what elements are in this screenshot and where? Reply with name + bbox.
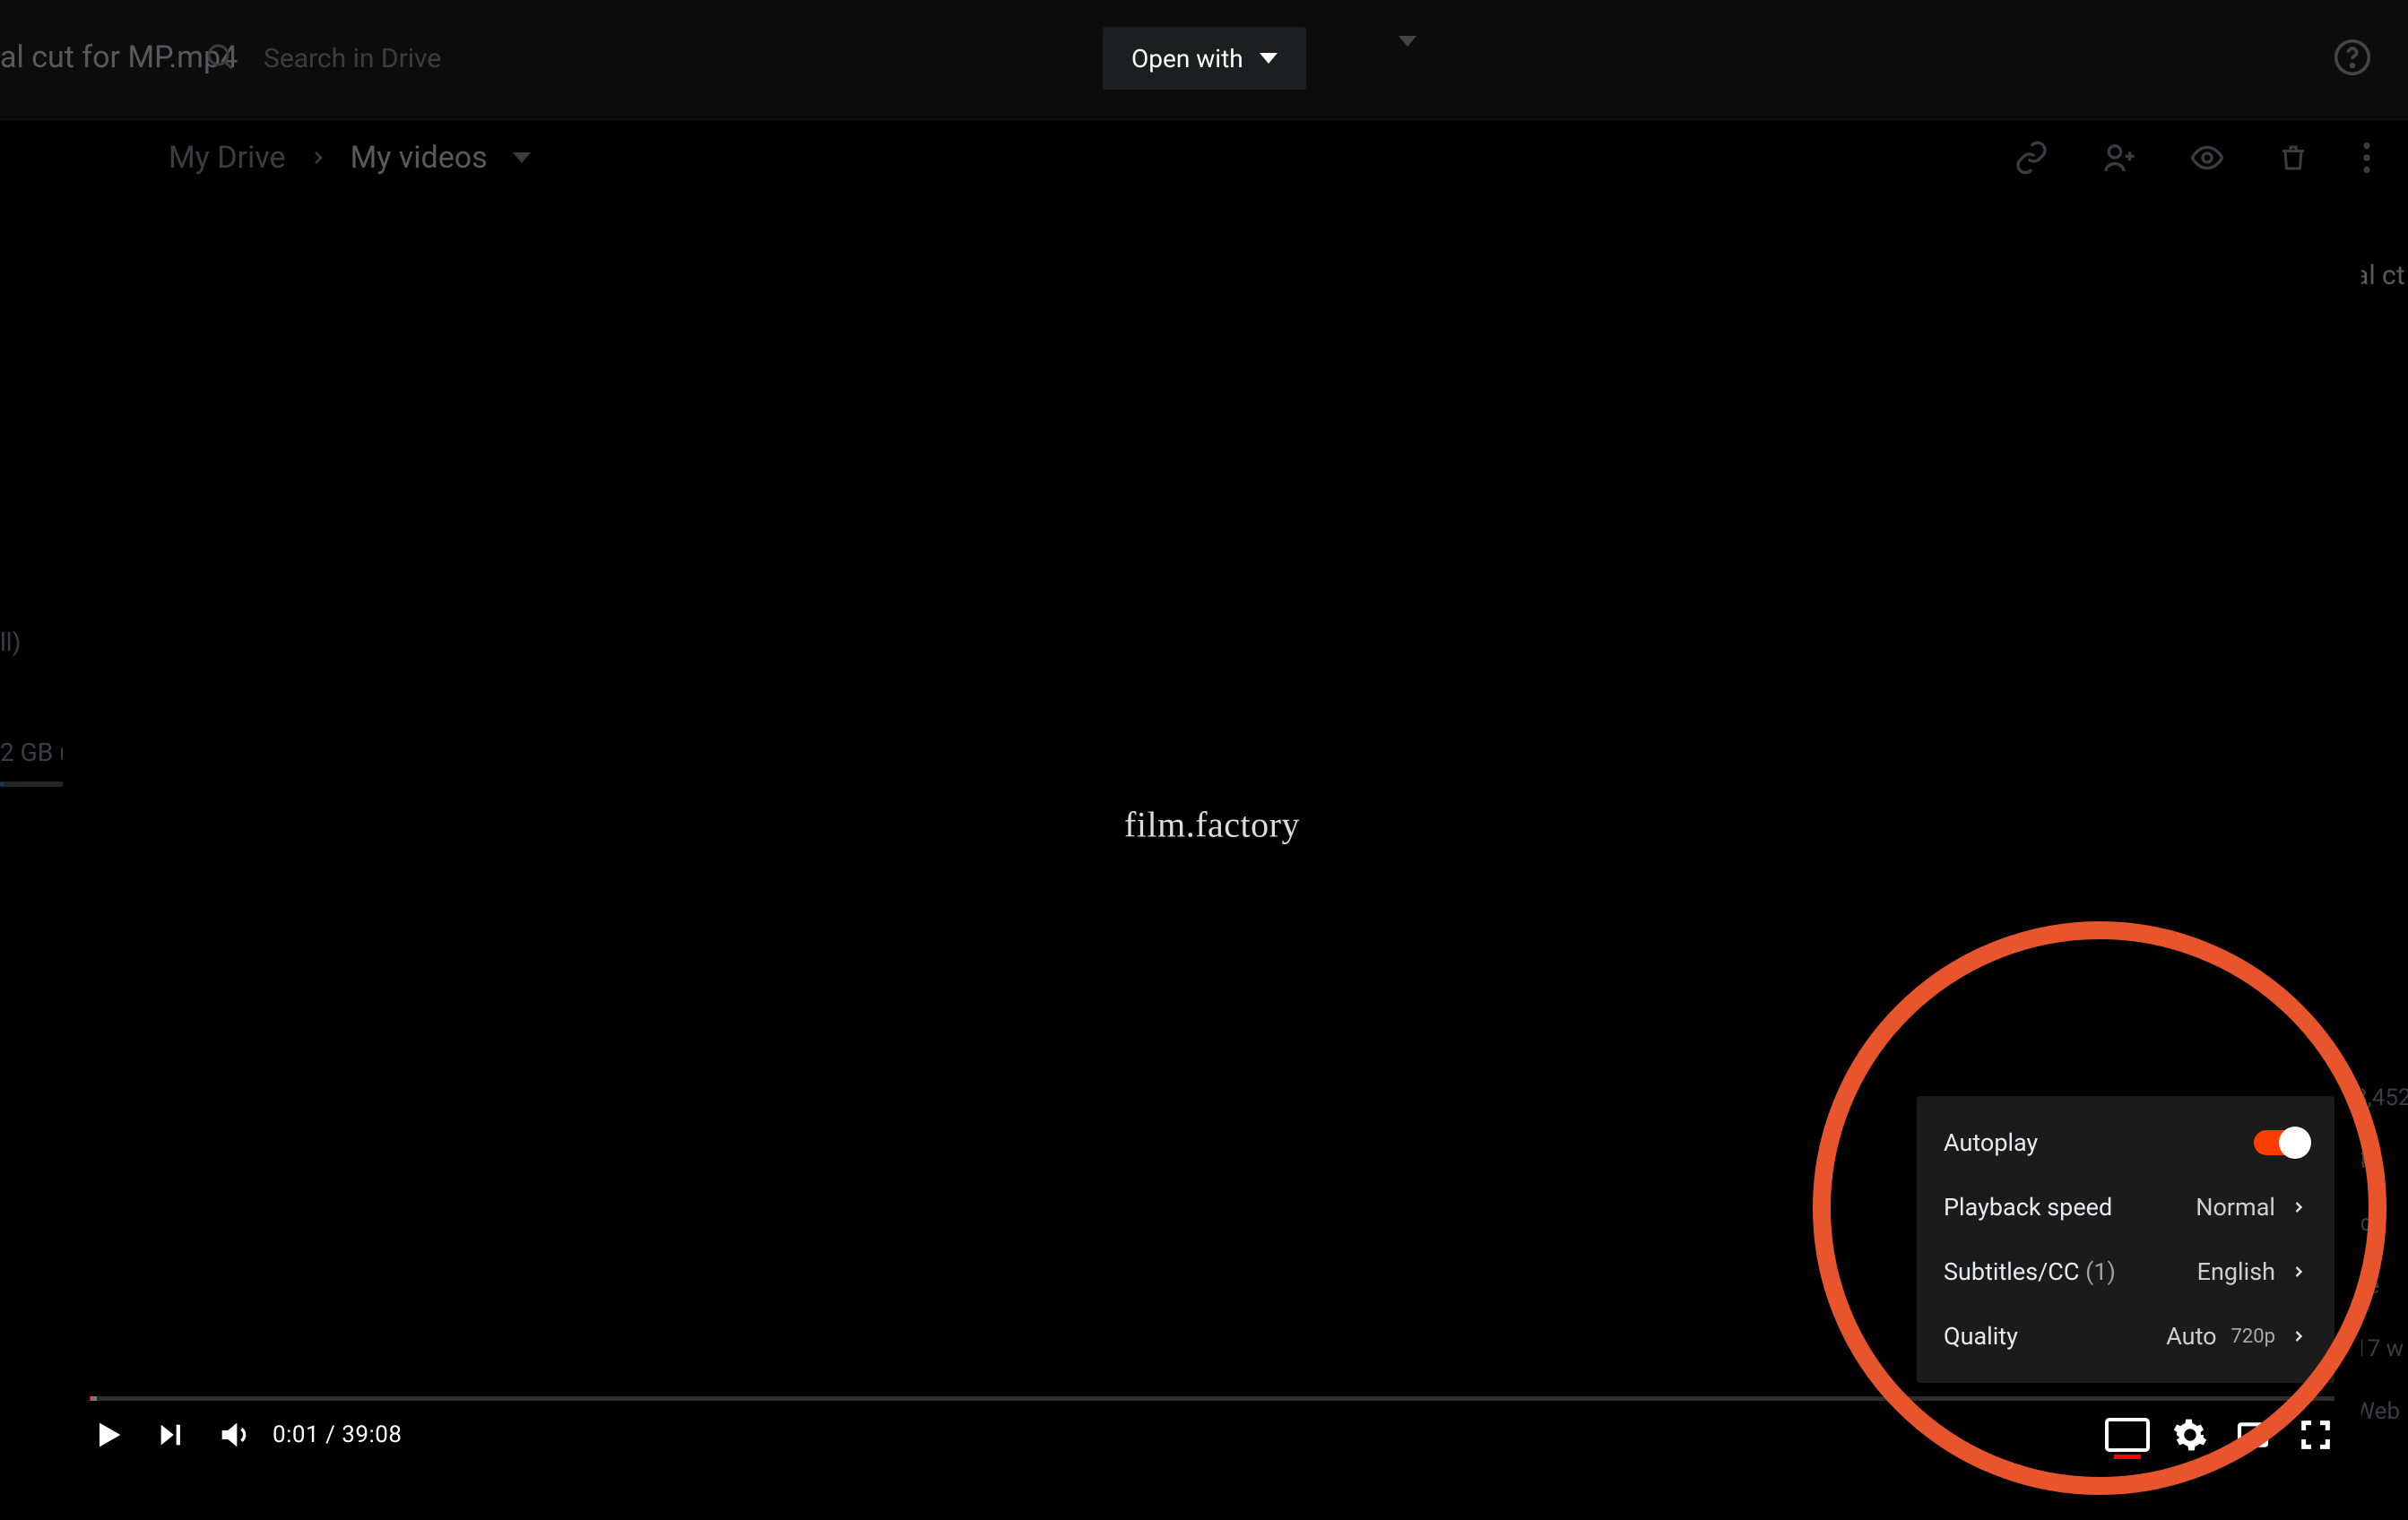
- file-name: al cut for MP.mp4: [0, 39, 238, 75]
- search-placeholder: Search in Drive: [264, 43, 441, 74]
- settings-button[interactable]: [2159, 1403, 2222, 1466]
- chevron-right-icon: [307, 147, 329, 168]
- autoplay-label: Autoplay: [1944, 1128, 2038, 1157]
- play-button[interactable]: [77, 1403, 140, 1466]
- more-vert-icon: [2361, 140, 2372, 176]
- video-player[interactable]: film.factory 0:01 / 39:08: [63, 180, 2361, 1469]
- eye-icon: [2189, 140, 2225, 176]
- subtitles-count: (1): [2085, 1257, 2116, 1286]
- settings-panel: Autoplay Playback speed Normal Subtitles…: [1917, 1096, 2334, 1383]
- side-info-panel: al ct: [2354, 242, 2408, 618]
- playback-speed-label: Playback speed: [1944, 1193, 2112, 1222]
- cc-icon: [2105, 1418, 2150, 1452]
- breadcrumb-current: My videos: [351, 140, 488, 176]
- player-controls: 0:01 / 39:08: [63, 1401, 2361, 1469]
- time-display: 0:01 / 39:08: [273, 1421, 403, 1448]
- quality-label: Quality: [1944, 1322, 2018, 1351]
- playback-speed-row[interactable]: Playback speed Normal: [1917, 1175, 2334, 1239]
- chevron-right-icon: [2290, 1198, 2308, 1216]
- quality-row[interactable]: Quality Auto 720p: [1917, 1304, 2334, 1369]
- subtitles-row[interactable]: Subtitles/CC (1) English: [1917, 1239, 2334, 1304]
- autoplay-row[interactable]: Autoplay: [1917, 1110, 2334, 1175]
- toggle-knob: [2279, 1127, 2311, 1159]
- next-button[interactable]: [140, 1403, 203, 1466]
- quality-prefix: Auto: [2166, 1322, 2216, 1351]
- person-add-icon: [2101, 140, 2137, 176]
- breadcrumb-root: My Drive: [169, 140, 286, 176]
- playback-speed-value: Normal: [2196, 1193, 2275, 1222]
- video-watermark: film.factory: [1124, 804, 1300, 846]
- right-sidebar-snippets: 8,452 4! ide ne 17 w Web: [2354, 1049, 2408, 1461]
- help-icon: [2333, 38, 2372, 77]
- quality-value: 720p: [2231, 1326, 2275, 1348]
- subtitles-label: Subtitles/CC: [1944, 1257, 2079, 1286]
- extra-dropdown: [1399, 47, 1416, 64]
- miniplayer-button[interactable]: [2222, 1403, 2284, 1466]
- autoplay-toggle[interactable]: [2254, 1130, 2308, 1155]
- drive-action-icons: [2014, 140, 2372, 176]
- chevron-right-icon: [2290, 1327, 2308, 1345]
- search-icon: [204, 40, 236, 73]
- open-with-button[interactable]: Open with: [1103, 27, 1306, 90]
- dropdown-arrow-icon: [1260, 53, 1278, 64]
- link-icon: [2014, 140, 2049, 176]
- subtitles-value: English: [2197, 1257, 2275, 1286]
- trash-icon: [2277, 140, 2309, 176]
- fullscreen-button[interactable]: [2284, 1403, 2347, 1466]
- subtitles-button[interactable]: [2096, 1403, 2159, 1466]
- chevron-down-icon: [513, 152, 531, 163]
- open-with-label: Open with: [1131, 44, 1243, 73]
- chevron-right-icon: [2290, 1263, 2308, 1281]
- volume-button[interactable]: [203, 1403, 265, 1466]
